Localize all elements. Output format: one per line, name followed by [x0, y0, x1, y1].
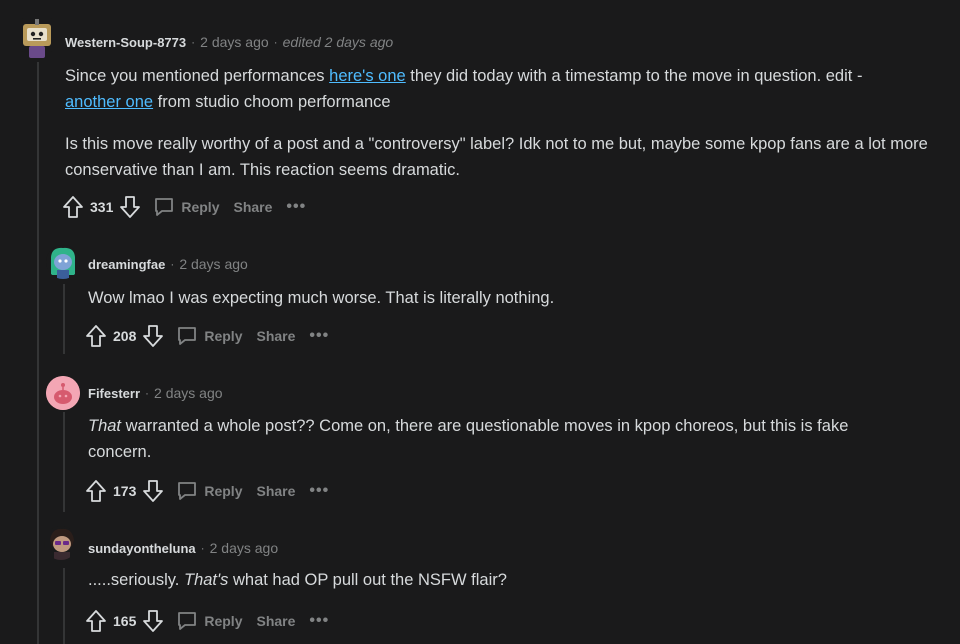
snoo-avatar-icon [46, 245, 80, 279]
reply-label: Reply [204, 483, 243, 499]
downvote-icon[interactable] [142, 324, 164, 348]
share-button[interactable]: Share [233, 199, 272, 215]
comment-actions: 331 Reply Share ••• [62, 193, 306, 221]
snoo-default-avatar-icon [46, 376, 80, 410]
thread-line-reply-1[interactable] [63, 284, 65, 354]
username[interactable]: sundayontheluna [88, 541, 196, 556]
reply-button[interactable]: Reply [153, 196, 219, 218]
text-span: what had OP pull out the NSFW flair? [228, 571, 507, 589]
comment-bubble-icon [178, 612, 197, 630]
more-options-icon[interactable]: ••• [309, 327, 329, 345]
share-button[interactable]: Share [256, 483, 295, 499]
separator: · [145, 386, 150, 400]
vote-score: 208 [113, 328, 137, 344]
timestamp[interactable]: 2 days ago [179, 256, 248, 272]
reply-label: Reply [181, 199, 220, 215]
username[interactable]: Western-Soup-8773 [65, 35, 186, 50]
separator: · [273, 35, 278, 49]
comment-paragraph: Since you mentioned performances here's … [65, 63, 955, 115]
timestamp[interactable]: 2 days ago [210, 540, 279, 556]
separator: · [170, 257, 175, 271]
avatar[interactable] [44, 526, 78, 560]
link-heres-one[interactable]: here's one [329, 67, 406, 85]
reply-button[interactable]: Reply [176, 610, 242, 632]
text-span: from studio choom performance [153, 93, 391, 111]
text-span: they did today with a timestamp to the m… [405, 67, 863, 85]
more-options-icon[interactable]: ••• [286, 198, 306, 216]
comment-body: Since you mentioned performances here's … [65, 63, 955, 183]
comment-bubble-icon [178, 327, 197, 345]
comment-bubble-icon [178, 482, 197, 500]
thread-line-main[interactable] [37, 62, 39, 644]
upvote-icon[interactable] [62, 195, 84, 219]
comment-actions: 165 Reply Share ••• [85, 607, 329, 635]
downvote-icon[interactable] [142, 479, 164, 503]
avatar[interactable] [46, 376, 80, 410]
comment-body: .....seriously. That's what had OP pull … [88, 567, 908, 593]
upvote-icon[interactable] [85, 479, 107, 503]
comment-paragraph: That warranted a whole post?? Come on, t… [88, 413, 908, 465]
more-options-icon[interactable]: ••• [309, 612, 329, 630]
avatar[interactable] [20, 18, 54, 58]
share-button[interactable]: Share [256, 613, 295, 629]
username[interactable]: dreamingfae [88, 257, 165, 272]
share-button[interactable]: Share [256, 328, 295, 344]
upvote-icon[interactable] [85, 324, 107, 348]
reply-button[interactable]: Reply [176, 325, 242, 347]
comment-body: That warranted a whole post?? Come on, t… [88, 413, 908, 465]
comment-meta: sundayontheluna · 2 days ago [88, 540, 278, 556]
thread-line-reply-2[interactable] [63, 412, 65, 512]
emphasis-text: That [88, 417, 122, 435]
vote-score: 165 [113, 613, 137, 629]
vote-score: 173 [113, 483, 137, 499]
username[interactable]: Fifesterr [88, 386, 140, 401]
comment-actions: 208 Reply Share ••• [85, 322, 329, 350]
comment-paragraph: .....seriously. That's what had OP pull … [88, 567, 908, 593]
comment-paragraph: Wow lmao I was expecting much worse. Tha… [88, 289, 555, 307]
comment-paragraph: Is this move really worthy of a post and… [65, 135, 928, 179]
upvote-icon[interactable] [85, 609, 107, 633]
separator: · [200, 541, 205, 555]
separator: · [191, 35, 196, 49]
link-another-one[interactable]: another one [65, 93, 153, 111]
comment-meta: Fifesterr · 2 days ago [88, 385, 223, 401]
text-span: warranted a whole post?? Come on, there … [88, 417, 849, 461]
comment-bubble-icon [155, 198, 174, 216]
timestamp[interactable]: 2 days ago [154, 385, 223, 401]
vote-score: 331 [90, 199, 114, 215]
thread-line-reply-3[interactable] [63, 568, 65, 644]
edited-label: edited 2 days ago [282, 34, 394, 50]
more-options-icon[interactable]: ••• [309, 482, 329, 500]
reply-button[interactable]: Reply [176, 480, 242, 502]
comment-actions: 173 Reply Share ••• [85, 477, 329, 505]
downvote-icon[interactable] [142, 609, 164, 633]
comment-meta: Western-Soup-8773 · 2 days ago · edited … [65, 34, 393, 50]
text-span: Since you mentioned performances [65, 67, 330, 85]
robot-avatar-icon [23, 19, 51, 58]
text-span: .....seriously. [88, 571, 184, 589]
reply-label: Reply [204, 328, 243, 344]
emphasis-text: That's [183, 571, 229, 589]
timestamp[interactable]: 2 days ago [200, 34, 269, 50]
comment-body: Wow lmao I was expecting much worse. Tha… [88, 285, 948, 311]
comment-meta: dreamingfae · 2 days ago [88, 256, 248, 272]
comment-thread: Western-Soup-8773 · 2 days ago · edited … [0, 0, 960, 644]
avatar[interactable] [46, 245, 80, 279]
snoo-avatar-icon [50, 528, 74, 560]
reply-label: Reply [204, 613, 243, 629]
downvote-icon[interactable] [119, 195, 141, 219]
